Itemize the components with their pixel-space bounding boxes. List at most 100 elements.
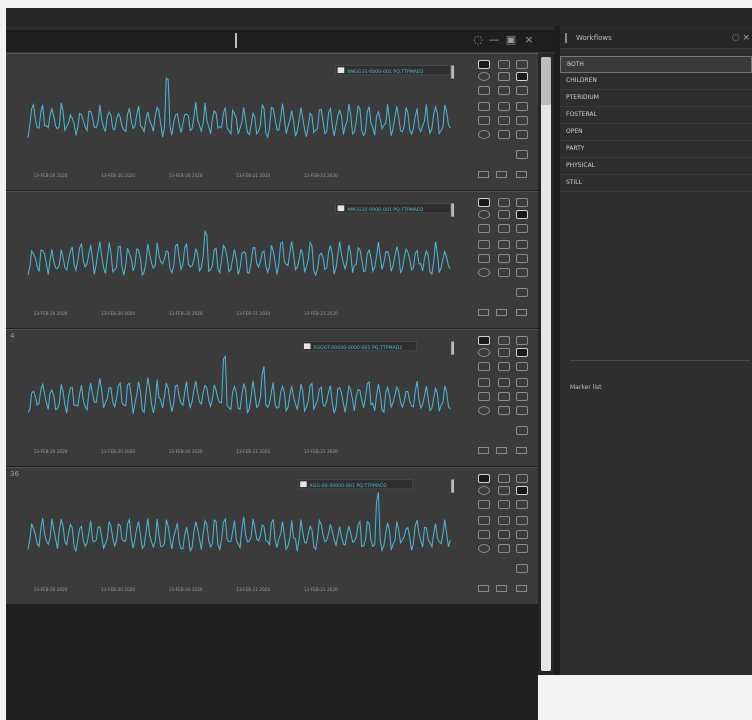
tool-button-icon[interactable]: [516, 268, 528, 277]
tool-button-icon[interactable]: [498, 406, 510, 415]
tool-button-icon[interactable]: [516, 116, 528, 125]
time-series-plot[interactable]: XMGG31-0000-001 PQ.TTPMAD2 13-FEB-20 2020…: [10, 58, 472, 180]
tool-button-icon[interactable]: [498, 224, 510, 233]
refresh-icon[interactable]: ◌: [732, 33, 740, 43]
workflow-item[interactable]: FOSTERAL: [560, 107, 752, 124]
tool-button-icon[interactable]: [498, 240, 510, 249]
tool-button-icon[interactable]: [478, 72, 490, 81]
tool-button-icon[interactable]: [516, 348, 528, 357]
tool-button-icon[interactable]: [478, 254, 490, 263]
tool-button-icon[interactable]: [516, 426, 528, 435]
tool-button-icon[interactable]: [478, 116, 490, 125]
tool-button-icon[interactable]: [478, 378, 490, 387]
tool-button-icon[interactable]: [498, 500, 510, 509]
tool-button-icon[interactable]: [498, 72, 510, 81]
tool-button-icon[interactable]: [498, 198, 510, 207]
tool-button-icon[interactable]: [478, 544, 490, 553]
workflow-item[interactable]: PHYSICAL: [560, 158, 752, 175]
tool-button-icon[interactable]: [516, 544, 528, 553]
tool-button-icon[interactable]: [516, 60, 528, 69]
minimize-icon[interactable]: —: [488, 34, 500, 46]
tool-button-icon[interactable]: [478, 530, 490, 539]
tool-button-icon[interactable]: [516, 336, 528, 345]
tool-button-icon[interactable]: [498, 336, 510, 345]
tool-button-icon[interactable]: [498, 474, 510, 483]
time-series-plot[interactable]: XGGGT-00000-0000-001 PQ.TTPMAD2 13-FEB-20…: [10, 334, 472, 456]
footer-tool-icon[interactable]: [516, 585, 527, 592]
tool-button-icon[interactable]: [516, 198, 528, 207]
tool-button-icon[interactable]: [516, 564, 528, 573]
tool-button-icon[interactable]: [498, 486, 510, 495]
tool-button-icon[interactable]: [478, 516, 490, 525]
tool-button-icon[interactable]: [516, 254, 528, 263]
workflow-item[interactable]: BOTH: [560, 56, 752, 73]
footer-tool-icon[interactable]: [478, 585, 489, 592]
workflow-item[interactable]: PARTY: [560, 141, 752, 158]
footer-tool-icon[interactable]: [496, 585, 507, 592]
time-series-plot[interactable]: XGG-00-00000-001 PQ.TTPMAD2 13-FEB-20 202…: [10, 472, 472, 594]
tool-button-icon[interactable]: [516, 130, 528, 139]
tool-button-icon[interactable]: [498, 86, 510, 95]
tool-button-icon[interactable]: [516, 240, 528, 249]
tool-button-icon[interactable]: [478, 198, 490, 207]
tool-button-icon[interactable]: [478, 60, 490, 69]
vertical-scrollbar[interactable]: [538, 53, 554, 675]
footer-tool-icon[interactable]: [478, 447, 489, 454]
footer-tool-icon[interactable]: [496, 447, 507, 454]
scroll-track[interactable]: [541, 57, 551, 671]
tool-button-icon[interactable]: [478, 130, 490, 139]
layout-icon[interactable]: ▣: [505, 34, 517, 46]
tool-button-icon[interactable]: [516, 516, 528, 525]
tool-button-icon[interactable]: [478, 362, 490, 371]
tool-button-icon[interactable]: [516, 392, 528, 401]
tool-button-icon[interactable]: [498, 102, 510, 111]
footer-tool-icon[interactable]: [478, 309, 489, 316]
workflow-item[interactable]: CHILDREN: [560, 73, 752, 90]
tool-button-icon[interactable]: [516, 486, 528, 495]
footer-tool-icon[interactable]: [516, 447, 527, 454]
tool-button-icon[interactable]: [516, 406, 528, 415]
tool-button-icon[interactable]: [498, 210, 510, 219]
tool-button-icon[interactable]: [478, 210, 490, 219]
time-series-plot[interactable]: XMGG31-0000-001 PQ.TTPMAD2 13-FEB-20 2020…: [10, 196, 472, 318]
tool-button-icon[interactable]: [478, 500, 490, 509]
tool-button-icon[interactable]: [478, 224, 490, 233]
tool-button-icon[interactable]: [498, 516, 510, 525]
tool-button-icon[interactable]: [516, 288, 528, 297]
tool-button-icon[interactable]: [478, 474, 490, 483]
tool-button-icon[interactable]: [516, 150, 528, 159]
tool-button-icon[interactable]: [516, 72, 528, 81]
tool-button-icon[interactable]: [516, 378, 528, 387]
tool-button-icon[interactable]: [516, 362, 528, 371]
tool-button-icon[interactable]: [498, 130, 510, 139]
close-icon[interactable]: ×: [523, 34, 535, 46]
footer-tool-icon[interactable]: [516, 309, 527, 316]
workflow-item[interactable]: OPEN: [560, 124, 752, 141]
tool-button-icon[interactable]: [478, 268, 490, 277]
tool-button-icon[interactable]: [478, 486, 490, 495]
footer-tool-icon[interactable]: [496, 309, 507, 316]
tool-button-icon[interactable]: [498, 348, 510, 357]
close-icon[interactable]: ×: [742, 33, 750, 43]
footer-tool-icon[interactable]: [496, 171, 507, 178]
tool-button-icon[interactable]: [516, 500, 528, 509]
tool-button-icon[interactable]: [478, 406, 490, 415]
tool-button-icon[interactable]: [478, 392, 490, 401]
footer-tool-icon[interactable]: [516, 171, 527, 178]
tool-button-icon[interactable]: [516, 102, 528, 111]
scroll-thumb[interactable]: [541, 57, 551, 105]
tool-button-icon[interactable]: [498, 116, 510, 125]
tool-button-icon[interactable]: [498, 268, 510, 277]
tool-button-icon[interactable]: [478, 102, 490, 111]
tool-button-icon[interactable]: [498, 544, 510, 553]
tool-button-icon[interactable]: [478, 336, 490, 345]
tool-button-icon[interactable]: [478, 86, 490, 95]
tool-button-icon[interactable]: [498, 362, 510, 371]
tool-button-icon[interactable]: [516, 224, 528, 233]
tool-button-icon[interactable]: [498, 254, 510, 263]
tool-button-icon[interactable]: [516, 210, 528, 219]
workflow-item[interactable]: STILL: [560, 175, 752, 192]
workflow-item[interactable]: PTERIDIUM: [560, 90, 752, 107]
refresh-icon[interactable]: ◌: [472, 34, 484, 46]
tool-button-icon[interactable]: [516, 86, 528, 95]
